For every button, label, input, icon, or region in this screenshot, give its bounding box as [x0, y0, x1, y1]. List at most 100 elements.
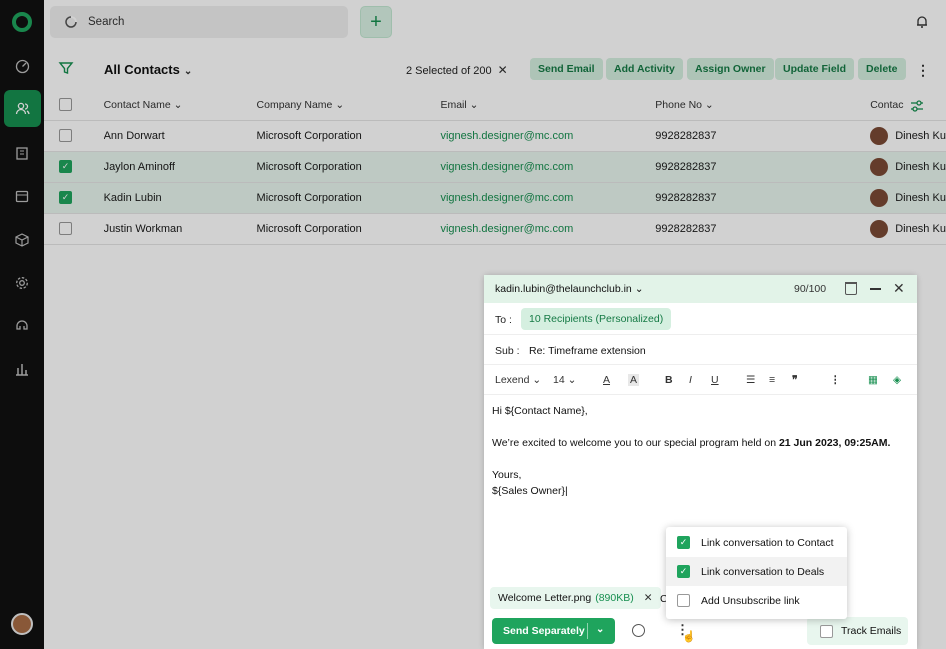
selection-count: 2 Selected of 200 — [406, 65, 492, 77]
view-title: All Contacts — [104, 62, 180, 77]
row-checkbox[interactable]: ✓ — [59, 191, 72, 204]
row-checkbox[interactable] — [59, 222, 72, 235]
track-emails-toggle[interactable]: Track Emails — [807, 617, 908, 645]
column-settings-icon[interactable] — [910, 99, 924, 113]
menu-item[interactable]: ✓ Link conversation to Deals — [666, 557, 847, 586]
owner-name: Dinesh Ku — [895, 160, 946, 173]
menu-item[interactable]: Add Unsubscribe link — [666, 586, 847, 615]
menu-item-label: Link conversation to Deals — [701, 565, 825, 578]
row-select-cell: ✓ — [44, 182, 104, 214]
table-row[interactable]: Justin Workman Microsoft Corporation vig… — [44, 213, 946, 245]
add-button[interactable]: + — [360, 6, 392, 38]
contacts-icon[interactable] — [4, 90, 41, 127]
view-selector[interactable]: All Contacts ⌄ — [104, 62, 192, 77]
compose-header: kadin.lubin@thelaunchclub.in ⌄ 90/100 ✕ — [484, 275, 917, 303]
attachment-chip[interactable]: Welcome Letter.png (890KB) ✕ — [490, 587, 661, 609]
avatar — [870, 188, 889, 207]
text-color-icon[interactable]: A — [603, 374, 610, 386]
dashboard-icon[interactable] — [8, 52, 36, 80]
font-size-select[interactable]: 14 ⌄ — [553, 374, 576, 386]
filter-icon[interactable] — [58, 60, 74, 76]
quote-icon[interactable]: ❞ — [792, 374, 798, 386]
email-link[interactable]: vignesh.designer@mc.com — [440, 151, 656, 183]
delete-button[interactable]: Delete — [858, 58, 906, 80]
recipients-chip[interactable]: 10 Recipients (Personalized) — [521, 308, 672, 330]
row-checkbox[interactable]: ✓ — [59, 160, 72, 173]
select-all-checkbox[interactable] — [59, 98, 72, 112]
minimize-icon[interactable] — [870, 288, 881, 290]
chevron-down-icon: ⌄ — [532, 374, 542, 386]
signature-text: ${Sales Owner} — [492, 485, 565, 497]
table-row[interactable]: ✓ Kadin Lubin Microsoft Corporation vign… — [44, 182, 946, 214]
italic-icon[interactable]: I — [689, 374, 692, 386]
clear-selection-icon[interactable]: ✕ — [498, 63, 508, 77]
reports-icon[interactable] — [8, 355, 36, 383]
column-header-contact-name[interactable]: Contact Name ⌄ — [103, 90, 257, 121]
contact-name[interactable]: Justin Workman — [103, 213, 257, 245]
font-family-select[interactable]: Lexend ⌄ — [495, 374, 541, 386]
bold-icon[interactable]: B — [665, 374, 673, 386]
table-row[interactable]: ✓ Jaylon Aminoff Microsoft Corporation v… — [44, 151, 946, 183]
owner-name: Dinesh Ku — [895, 191, 946, 204]
subject-row: Sub : Re: Timeframe extension — [484, 335, 917, 365]
assign-owner-button[interactable]: Assign Owner — [687, 58, 774, 80]
column-header-email[interactable]: Email ⌄ — [440, 90, 656, 121]
menu-checkbox[interactable] — [677, 594, 690, 607]
menu-checkbox[interactable]: ✓ — [677, 536, 690, 549]
column-header-phone[interactable]: Phone No ⌄ — [655, 90, 871, 121]
user-avatar[interactable] — [11, 613, 33, 635]
template-icon[interactable]: ▦ — [868, 374, 878, 386]
phone-number: 9928282837 — [655, 182, 871, 214]
row-select-cell — [44, 120, 104, 152]
row-checkbox[interactable] — [59, 129, 72, 142]
table-row[interactable]: Ann Dorwart Microsoft Corporation vignes… — [44, 120, 946, 152]
column-header-owner[interactable]: Contac — [870, 90, 946, 121]
more-options-icon[interactable]: ⋮ — [916, 62, 930, 79]
highlight-icon[interactable]: A — [628, 374, 640, 386]
track-emails-checkbox[interactable] — [820, 624, 833, 638]
settings-icon[interactable] — [8, 269, 36, 297]
chevron-down-icon[interactable]: ⌄ — [596, 624, 604, 635]
support-icon[interactable] — [8, 312, 36, 340]
calendar-icon[interactable] — [8, 182, 36, 210]
bell-icon[interactable] — [916, 15, 928, 28]
avatar — [870, 219, 889, 238]
remove-attachment-icon[interactable]: ✕ — [644, 592, 653, 604]
email-link[interactable]: vignesh.designer@mc.com — [440, 213, 656, 245]
body-text: We’re excited to welcome you to our spec… — [492, 437, 779, 449]
chevron-down-icon: ⌄ — [567, 374, 577, 386]
align-icon[interactable]: ≡ — [769, 374, 775, 386]
layers-icon[interactable]: ◈ — [893, 374, 901, 386]
trash-icon[interactable] — [845, 282, 857, 295]
subject-label: Sub : — [495, 345, 520, 357]
column-header-company[interactable]: Company Name ⌄ — [256, 90, 441, 121]
menu-checkbox[interactable]: ✓ — [677, 565, 690, 578]
underline-icon[interactable]: U — [711, 374, 719, 386]
chevron-down-icon: ⌄ — [469, 98, 479, 111]
more-format-icon[interactable]: ⋮ — [830, 374, 841, 386]
from-selector[interactable]: kadin.lubin@thelaunchclub.in ⌄ — [495, 283, 644, 295]
email-link[interactable]: vignesh.designer@mc.com — [440, 120, 656, 152]
email-link[interactable]: vignesh.designer@mc.com — [440, 182, 656, 214]
selection-info: 2 Selected of 200 ✕ — [406, 63, 508, 77]
box-icon[interactable] — [8, 226, 36, 254]
contact-name[interactable]: Jaylon Aminoff — [103, 151, 257, 183]
attach-link-icon[interactable] — [632, 624, 645, 637]
bullet-list-icon[interactable]: ☰ — [746, 374, 755, 386]
menu-item[interactable]: ✓ Link conversation to Contact — [666, 528, 847, 557]
add-activity-button[interactable]: Add Activity — [606, 58, 683, 80]
send-email-button[interactable]: Send Email — [530, 58, 603, 80]
close-icon[interactable]: ✕ — [893, 280, 905, 297]
owner-name: Dinesh Ku — [895, 222, 946, 235]
owner-cell: Dinesh Ku — [870, 213, 946, 245]
contact-name[interactable]: Kadin Lubin — [103, 182, 257, 214]
from-address: kadin.lubin@thelaunchclub.in — [495, 283, 632, 295]
contact-name[interactable]: Ann Dorwart — [103, 120, 257, 152]
send-button[interactable]: Send Separately ⌄ — [492, 618, 615, 644]
search-input[interactable]: Search — [50, 6, 348, 38]
send-label: Send Separately — [503, 625, 585, 637]
company-icon[interactable] — [8, 139, 36, 167]
email-body[interactable]: Hi ${Contact Name}, We’re excited to wel… — [492, 403, 912, 499]
subject-input[interactable]: Re: Timeframe extension — [529, 345, 646, 357]
update-field-button[interactable]: Update Field — [775, 58, 855, 80]
